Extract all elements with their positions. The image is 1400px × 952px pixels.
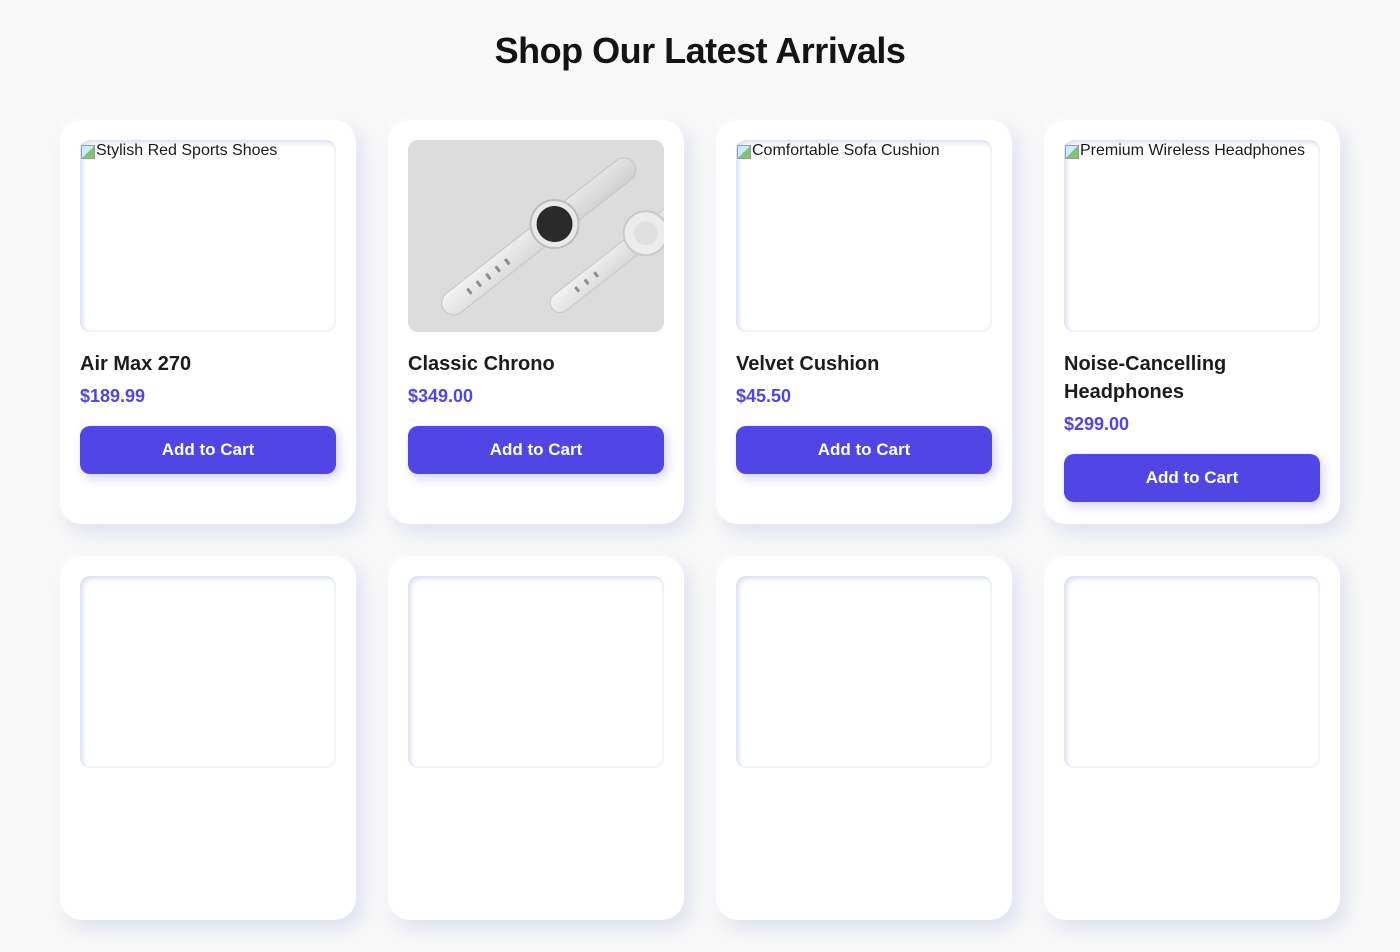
- product-image-placeholder: [1064, 576, 1320, 768]
- product-name: Velvet Cushion: [736, 353, 880, 375]
- product-image-placeholder: [736, 576, 992, 768]
- product-card: Premium Wireless Headphones Noise-Cancel…: [1044, 120, 1340, 524]
- add-to-cart-button[interactable]: Add to Cart: [736, 426, 992, 474]
- product-image: Stylish Red Sports Shoes: [80, 140, 336, 332]
- page-title: Shop Our Latest Arrivals: [494, 30, 906, 71]
- image-alt-label: Premium Wireless Headphones: [1080, 142, 1305, 159]
- add-to-cart-button[interactable]: Add to Cart: [80, 426, 336, 474]
- product-image: Comfortable Sofa Cushion: [736, 140, 992, 332]
- image-alt-text: Stylish Red Sports Shoes: [80, 142, 277, 160]
- product-price: $299.00: [1064, 414, 1130, 434]
- product-card: Classic Chrono $349.00 Add to Cart: [388, 120, 684, 524]
- product-image-placeholder: [80, 576, 336, 768]
- broken-image-icon: [736, 143, 752, 159]
- product-price: $349.00: [408, 386, 474, 406]
- product-price: $45.50: [736, 386, 792, 406]
- product-card-placeholder: [716, 556, 1012, 920]
- broken-image-icon: [80, 143, 96, 159]
- add-to-cart-button[interactable]: Add to Cart: [408, 426, 664, 474]
- image-alt-text: Premium Wireless Headphones: [1064, 142, 1305, 160]
- broken-image-icon: [1064, 143, 1080, 159]
- product-card: Stylish Red Sports Shoes Air Max 270 $18…: [60, 120, 356, 524]
- product-card-placeholder: [388, 556, 684, 920]
- product-card: Comfortable Sofa Cushion Velvet Cushion …: [716, 120, 1012, 524]
- product-name: Classic Chrono: [408, 353, 555, 375]
- product-card-placeholder: [60, 556, 356, 920]
- product-image: [408, 140, 664, 332]
- add-to-cart-button[interactable]: Add to Cart: [1064, 454, 1320, 502]
- watch-photo-illustration: [441, 157, 664, 316]
- product-image: Premium Wireless Headphones: [1064, 140, 1320, 332]
- image-alt-label: Comfortable Sofa Cushion: [752, 142, 940, 159]
- product-price: $189.99: [80, 386, 146, 406]
- product-name: Air Max 270: [80, 353, 192, 375]
- product-image-placeholder: [408, 576, 664, 768]
- product-grid: Stylish Red Sports Shoes Air Max 270 $18…: [60, 120, 1340, 920]
- image-alt-label: Stylish Red Sports Shoes: [96, 142, 278, 159]
- product-name: Noise-Cancelling Headphones: [1064, 353, 1227, 403]
- product-card-placeholder: [1044, 556, 1340, 920]
- image-alt-text: Comfortable Sofa Cushion: [736, 142, 940, 160]
